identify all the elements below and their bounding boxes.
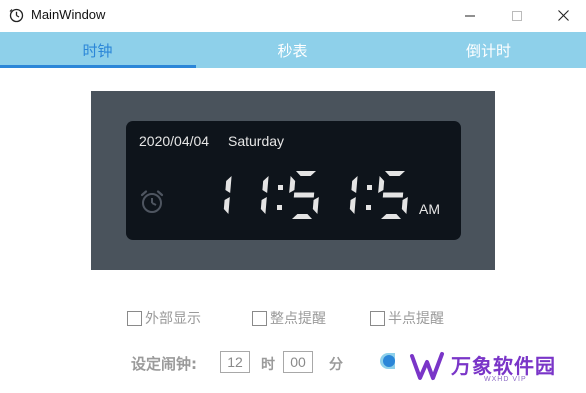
- window-title: MainWindow: [31, 7, 106, 22]
- time-digit: [378, 171, 408, 219]
- set-alarm-label: 设定闹钟:: [131, 355, 197, 373]
- time-digit: [223, 176, 232, 214]
- watermark-subtext: WXHD VIP: [484, 376, 527, 383]
- minimize-icon: [465, 15, 475, 16]
- time-digit: [349, 176, 358, 214]
- alarm-hour-input[interactable]: [220, 351, 250, 373]
- digit-segment: [385, 171, 405, 176]
- digit-segment: [312, 197, 319, 214]
- clock-icon: [9, 8, 24, 23]
- tab-countdown[interactable]: 倒计时: [391, 32, 586, 68]
- checkbox-box[interactable]: [127, 310, 142, 326]
- time-digit: [260, 176, 269, 214]
- digit-segment: [381, 214, 401, 219]
- tab-stopwatch[interactable]: 秒表: [195, 32, 390, 68]
- digit-segment: [260, 197, 267, 214]
- digit-segment: [293, 192, 315, 198]
- colon-dot: [278, 185, 283, 190]
- digit-segment: [382, 192, 404, 198]
- digit-segment: [401, 197, 408, 214]
- close-button[interactable]: [540, 0, 586, 31]
- tab-clock[interactable]: 时钟: [0, 32, 195, 68]
- minute-unit-label: 分: [329, 357, 343, 373]
- date-text: 2020/04/04: [139, 133, 210, 149]
- tab-selected-indicator: [0, 65, 196, 68]
- clock-frame: 2020/04/04 Saturday AM: [91, 91, 495, 270]
- watermark-logo-icon: [410, 352, 444, 380]
- colon-dot: [366, 205, 371, 210]
- digit-segment: [296, 171, 316, 176]
- alarm-clock-icon: [140, 190, 164, 213]
- title-bar: MainWindow: [0, 0, 586, 31]
- digit-segment: [349, 197, 356, 214]
- alarm-toggle-switch[interactable]: [379, 351, 395, 371]
- digit-segment: [225, 176, 232, 193]
- external-display-label: 外部显示: [145, 311, 201, 327]
- maximize-icon: [512, 10, 522, 21]
- half-hour-reminder-checkbox[interactable]: 半点提醒: [370, 308, 444, 328]
- weekday-text: Saturday: [228, 133, 285, 149]
- alarm-minute-input[interactable]: [283, 351, 313, 373]
- time-digits: [223, 171, 408, 219]
- clock-display: 2020/04/04 Saturday AM: [126, 121, 461, 240]
- colon-dot: [367, 185, 372, 190]
- digit-segment: [378, 176, 385, 193]
- close-icon: [557, 10, 569, 21]
- half-hour-reminder-label: 半点提醒: [388, 311, 444, 327]
- checkbox-box[interactable]: [252, 310, 267, 326]
- digit-segment: [292, 214, 312, 219]
- hourly-reminder-label: 整点提醒: [270, 311, 326, 327]
- minimize-button[interactable]: [447, 0, 493, 31]
- external-display-checkbox[interactable]: 外部显示: [127, 308, 201, 328]
- digit-segment: [262, 176, 269, 193]
- digit-segment: [351, 176, 358, 193]
- digit-segment: [223, 197, 230, 214]
- ampm-text: AM: [419, 201, 440, 217]
- watermark-text: 万象软件园: [451, 354, 556, 378]
- checkbox-box[interactable]: [370, 310, 385, 326]
- hourly-reminder-checkbox[interactable]: 整点提醒: [252, 308, 326, 328]
- tab-bar: 时钟 秒表 倒计时: [0, 32, 586, 68]
- time-digit: [289, 171, 319, 219]
- maximize-button[interactable]: [494, 0, 540, 31]
- hour-unit-label: 时: [261, 357, 275, 373]
- digit-segment: [289, 176, 296, 193]
- colon-dot: [277, 205, 282, 210]
